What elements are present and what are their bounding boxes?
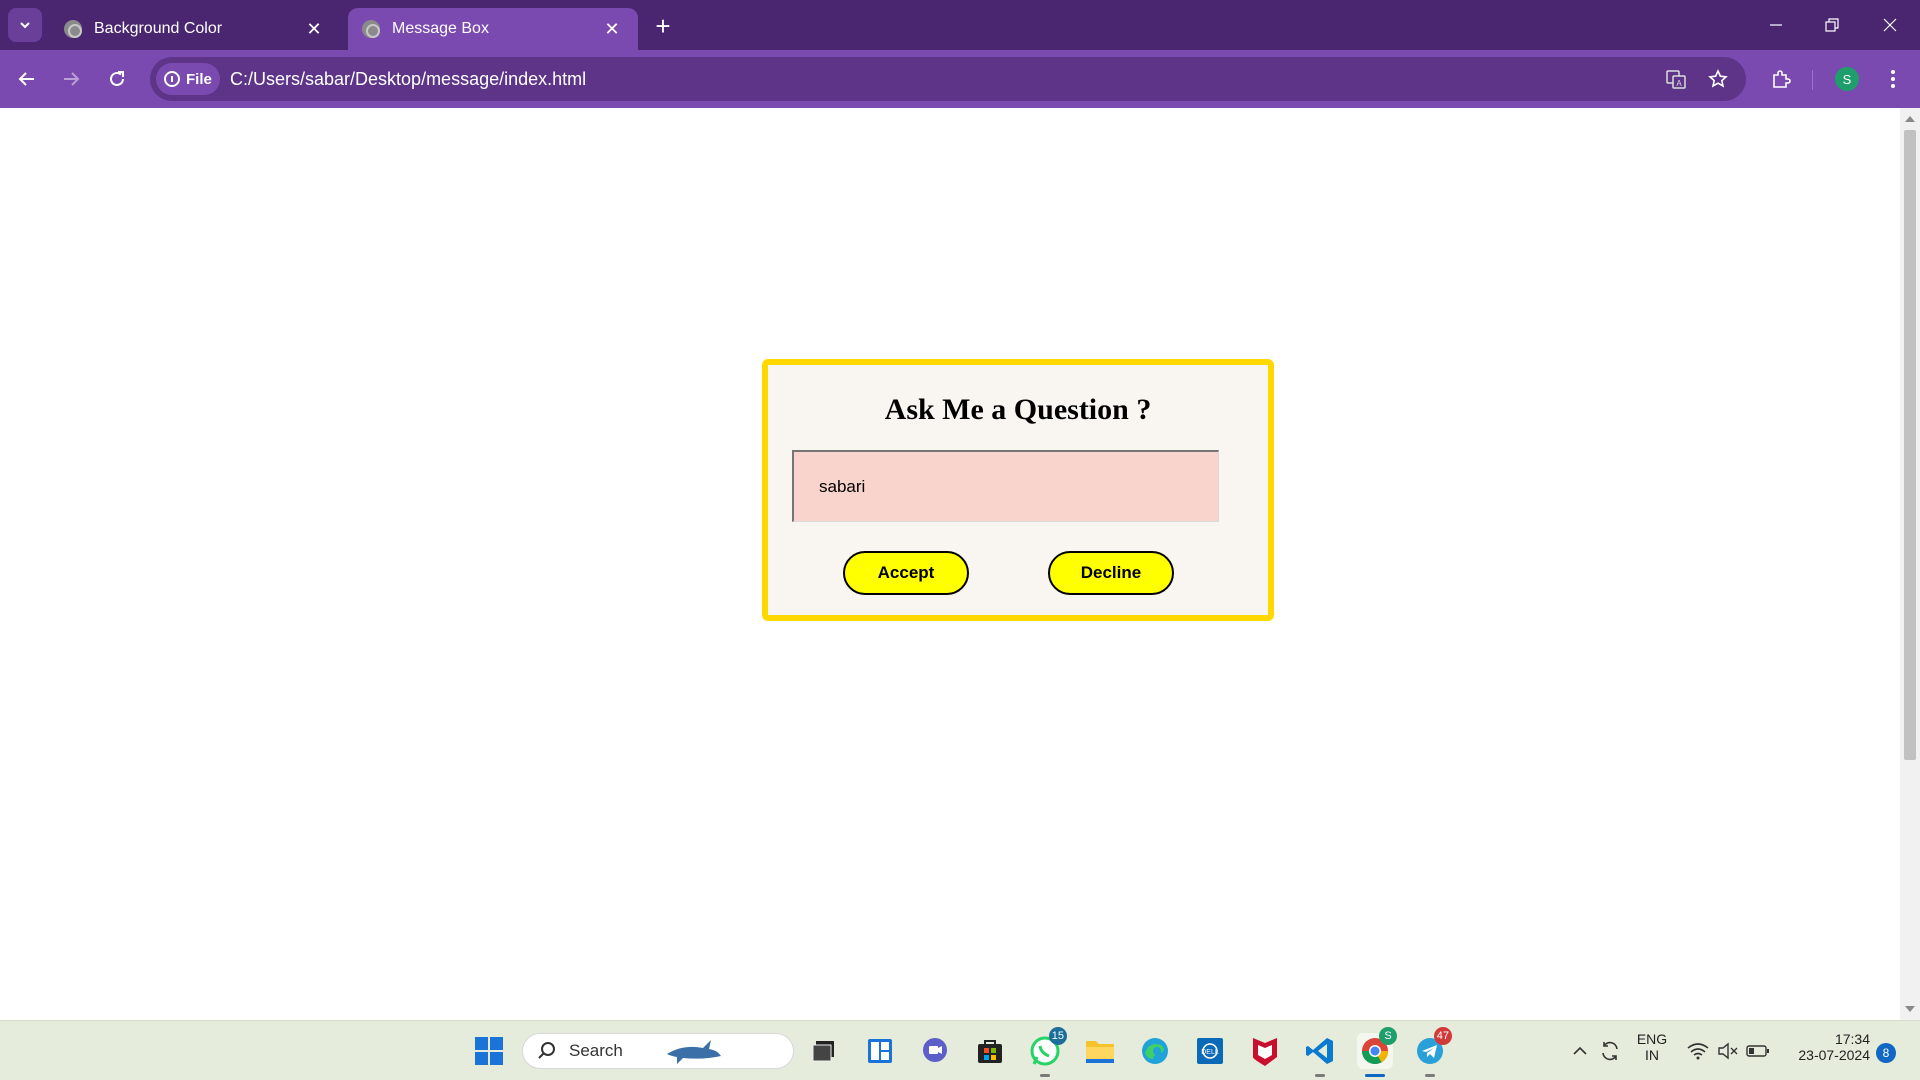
puzzle-icon [1773, 70, 1791, 88]
message-box-title: Ask Me a Question ? [884, 393, 1152, 426]
edge-icon[interactable] [1137, 1033, 1173, 1069]
info-icon [164, 71, 180, 87]
globe-icon [64, 20, 82, 38]
sync-icon[interactable] [1592, 1033, 1628, 1069]
svg-text:A: A [1676, 79, 1682, 88]
battery-icon[interactable] [1740, 1033, 1776, 1069]
search-label: Search [569, 1041, 623, 1060]
accept-button[interactable]: Accept [843, 551, 969, 595]
globe-icon [362, 20, 380, 38]
mcafee-icon[interactable] [1247, 1033, 1283, 1069]
site-info-chip[interactable]: File [156, 63, 220, 95]
minimize-button[interactable] [1756, 10, 1796, 40]
telegram-icon[interactable]: 47 [1412, 1027, 1452, 1077]
close-window-button[interactable] [1870, 10, 1910, 40]
kebab-menu-icon [1891, 70, 1895, 88]
tab-title: Background Color [94, 20, 223, 37]
reload-button[interactable] [102, 64, 132, 94]
page-content: Ask Me a Question ? Accept Decline [0, 108, 1900, 1020]
running-indicator [1365, 1074, 1385, 1077]
translate-icon[interactable]: A [1664, 67, 1688, 91]
shark-icon [666, 1040, 721, 1064]
url-text[interactable]: C:/Users/sabar/Desktop/message/index.htm… [230, 69, 586, 90]
decline-button[interactable]: Decline [1048, 551, 1174, 595]
extensions-button[interactable] [1766, 64, 1796, 94]
bookmark-star-icon[interactable] [1706, 67, 1730, 91]
search-icon [538, 1042, 555, 1059]
chevron-down-icon [20, 22, 30, 29]
clock[interactable]: 17:34 23-07-2024 [1782, 1031, 1870, 1063]
arrow-left-icon [18, 72, 34, 86]
site-info-label: File [186, 70, 212, 88]
chrome-profile-badge: S [1379, 1027, 1397, 1045]
avatar: S [1835, 67, 1859, 91]
running-indicator [1425, 1074, 1435, 1077]
clock-date: 23-07-2024 [1798, 1047, 1870, 1063]
language-code: ENG [1636, 1031, 1668, 1047]
running-indicator [1040, 1074, 1050, 1077]
menu-button[interactable] [1878, 64, 1908, 94]
close-tab-icon[interactable]: ✕ [600, 19, 624, 40]
tab-message-box[interactable]: Message Box ✕ [348, 8, 638, 50]
whatsapp-badge: 15 [1048, 1027, 1067, 1045]
close-icon [1883, 18, 1897, 32]
message-box: Ask Me a Question ? Accept Decline [762, 359, 1274, 621]
vertical-scrollbar[interactable] [1900, 108, 1920, 1020]
reload-icon [110, 71, 124, 86]
forward-button[interactable] [56, 64, 86, 94]
teams-chat-icon[interactable] [917, 1033, 953, 1069]
taskbar-search[interactable]: Search [522, 1033, 794, 1069]
back-button[interactable] [12, 64, 42, 94]
arrow-right-icon [64, 72, 80, 86]
store-icon[interactable] [972, 1033, 1008, 1069]
profile-button[interactable]: S [1832, 64, 1862, 94]
whatsapp-icon[interactable]: 15 [1027, 1027, 1067, 1077]
toolbar-divider [1812, 70, 1813, 90]
question-input[interactable] [792, 450, 1219, 522]
tab-search-button[interactable] [8, 8, 42, 42]
language-indicator[interactable]: ENG IN [1630, 1031, 1674, 1063]
taskbar: Search 15 DELL S 47 ENG IN 17:34 23-07-2… [0, 1020, 1920, 1080]
svg-text:DELL: DELL [1201, 1049, 1219, 1056]
new-tab-button[interactable]: + [648, 12, 678, 42]
vscode-icon[interactable] [1302, 1033, 1338, 1077]
region-code: IN [1645, 1047, 1659, 1063]
restore-icon [1825, 18, 1839, 32]
dell-app-icon[interactable]: DELL [1192, 1033, 1228, 1069]
scroll-up-icon[interactable] [1905, 116, 1915, 122]
file-explorer-icon[interactable] [1082, 1033, 1118, 1069]
clock-time: 17:34 [1834, 1031, 1870, 1047]
restore-button[interactable] [1812, 10, 1852, 40]
widgets-icon[interactable] [862, 1033, 898, 1069]
scroll-down-icon[interactable] [1905, 1006, 1915, 1012]
telegram-badge: 47 [1433, 1027, 1452, 1045]
windows-icon [475, 1037, 503, 1065]
tab-background-color[interactable]: Background Color ✕ [50, 8, 340, 50]
task-view-icon[interactable] [806, 1033, 842, 1069]
close-tab-icon[interactable]: ✕ [302, 19, 326, 40]
address-bar[interactable]: File C:/Users/sabar/Desktop/message/inde… [150, 57, 1746, 101]
running-indicator [1315, 1074, 1325, 1077]
scroll-thumb[interactable] [1904, 130, 1916, 760]
start-button[interactable] [471, 1033, 507, 1069]
chrome-icon[interactable]: S [1357, 1027, 1397, 1077]
browser-toolbar: File C:/Users/sabar/Desktop/message/inde… [0, 50, 1920, 108]
minimize-icon [1770, 24, 1782, 26]
tab-title: Message Box [392, 20, 489, 37]
tab-strip: Background Color ✕ Message Box ✕ + [0, 0, 1920, 50]
notification-badge[interactable]: 8 [1876, 1043, 1896, 1063]
